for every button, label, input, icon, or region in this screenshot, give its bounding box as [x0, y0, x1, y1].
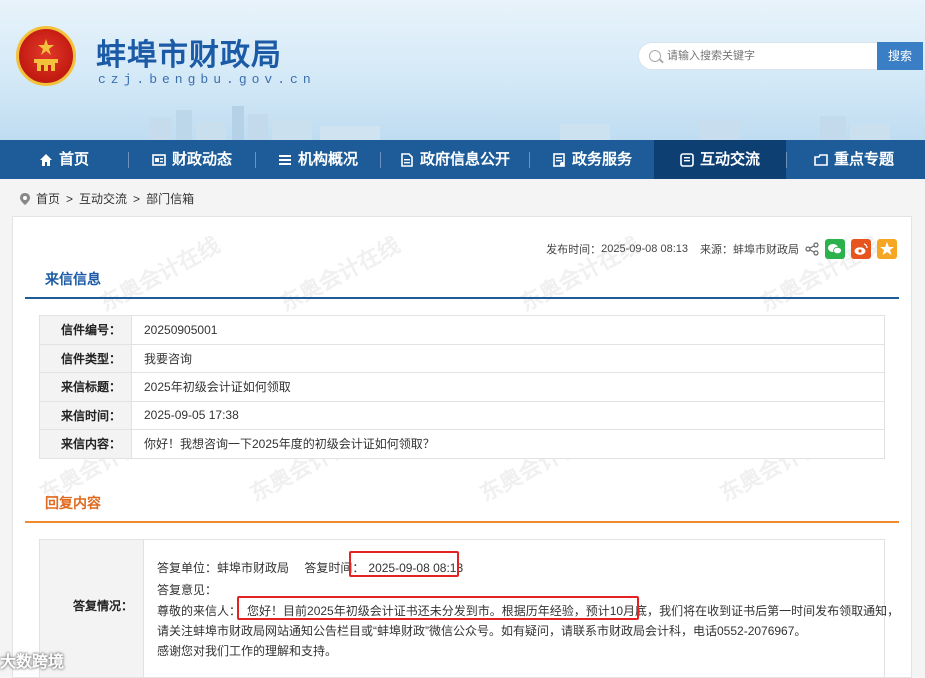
nav-item-label: 财政动态: [171, 151, 232, 168]
section-divider: [25, 297, 899, 299]
chat-icon: [680, 152, 694, 167]
letter-info-table: 信件编号： 20250905001 信件类型： 我要咨询 来信标题： 2025年…: [39, 315, 885, 459]
reply-text: 我们将在收到证书后第一时间发布领取通知，: [659, 604, 900, 618]
highlight-box: [237, 596, 639, 620]
breadcrumb-separator: >: [133, 191, 141, 206]
letter-content: 你好！我想咨询一下2025年度的初级会计证如何领取？: [131, 429, 885, 459]
home-icon: [39, 153, 52, 166]
breadcrumb: 首页 > 互动交流 > 部门信箱: [20, 190, 194, 207]
search-button[interactable]: 搜索: [877, 42, 923, 70]
nav-item-label: 互动交流: [699, 151, 760, 168]
nav-item-label: 政务服务: [571, 151, 632, 168]
nav-item-finance-news[interactable]: 财政动态: [129, 140, 255, 179]
nav-item-key-topics[interactable]: 重点专题: [787, 140, 921, 179]
site-title: 蚌埠市财政局: [96, 38, 282, 73]
nav-item-label: 政府信息公开: [419, 151, 510, 168]
source-label: 来源：: [700, 244, 733, 256]
nav-item-gov-info[interactable]: 政府信息公开: [381, 140, 529, 179]
reply-box: 答复情况： 答复单位：蚌埠市财政局 答复时间： 2025-09-08 08:13 …: [39, 539, 899, 677]
document-icon: [401, 152, 413, 167]
folder-icon: [814, 153, 828, 166]
national-emblem-icon: [16, 26, 76, 86]
breadcrumb-interaction[interactable]: 互动交流: [79, 190, 127, 207]
table-row: 信件编号： 20250905001: [39, 315, 885, 345]
field-label: 来信内容：: [39, 429, 132, 459]
reply-unit-label: 答复单位：: [157, 561, 218, 575]
table-row: 来信时间： 2025-09-05 17:38: [39, 400, 885, 430]
nav-item-label: 首页: [58, 151, 89, 168]
publish-time: 2025-09-08 08:13: [601, 243, 688, 255]
nav-item-org-overview[interactable]: 机构概况: [256, 140, 380, 179]
watermark: 东奥会计在线: [275, 232, 404, 317]
field-label: 信件类型：: [39, 343, 132, 373]
content-panel: 东奥会计在线 东奥会计在线 东奥会计在线 东奥会计在线 东奥会计在线 东奥会计在…: [12, 216, 912, 678]
field-label: 信件编号：: [39, 315, 132, 345]
search-icon: [649, 50, 661, 62]
main-nav: 首页 财政动态 机构概况 政府信息公开 政务服务 互动交流 重点专题: [0, 140, 925, 179]
service-icon: [553, 152, 565, 167]
search-box[interactable]: [638, 42, 878, 70]
table-row: 信件类型： 我要咨询: [39, 343, 885, 373]
nav-item-label: 重点专题: [833, 151, 894, 168]
news-icon: [152, 153, 166, 166]
reply-greeting: 尊敬的来信人：: [157, 604, 242, 618]
breadcrumb-mailbox: 部门信箱: [146, 192, 195, 206]
nav-item-home[interactable]: 首页: [0, 140, 128, 179]
location-pin-icon: [20, 192, 30, 205]
table-row: 来信内容： 你好！我想咨询一下2025年度的初级会计证如何领取？: [39, 429, 885, 459]
letter-time: 2025-09-05 17:38: [131, 400, 885, 430]
nav-item-interaction[interactable]: 互动交流: [654, 140, 786, 179]
field-label: 来信时间：: [39, 400, 132, 430]
section-divider: [25, 521, 899, 523]
reply-unit: 蚌埠市财政局: [217, 561, 290, 575]
nav-item-gov-services[interactable]: 政务服务: [530, 140, 654, 179]
corner-watermark: 大数跨境: [0, 654, 65, 671]
nav-item-label: 机构概况: [297, 151, 358, 168]
reply-body-line-2: 请关注蚌埠市财政局网站通知公告栏目或“蚌埠财政”微信公众号。如有疑问，请联系市财…: [157, 624, 807, 638]
letter-title: 2025年初级会计证如何领取: [131, 372, 885, 402]
search-input[interactable]: [667, 47, 867, 65]
weibo-share-icon[interactable]: [851, 239, 871, 259]
source: 蚌埠市财政局: [733, 244, 799, 256]
reply-body-line-3: 感谢您对我们工作的理解和支持。: [157, 644, 338, 658]
site-domain: czj.bengbu.gov.cn: [98, 72, 316, 87]
reply-content: 答复单位：蚌埠市财政局 答复时间： 2025-09-08 08:13 答复意见： …: [145, 540, 899, 677]
share-icon[interactable]: [805, 242, 819, 256]
reply-opinion-label: 答复意见：: [157, 583, 218, 597]
breadcrumb-separator: >: [66, 191, 74, 206]
publish-time-label: 发布时间：: [546, 244, 602, 256]
letter-number: 20250905001: [131, 315, 885, 345]
list-icon: [278, 154, 291, 165]
letter-section-title: 来信信息: [45, 271, 101, 287]
article-meta: 发布时间： 2025-09-08 08:13 来源： 蚌埠市财政局: [546, 239, 897, 259]
reply-section-title: 回复内容: [45, 495, 101, 511]
watermark: 东奥会计在线: [95, 232, 224, 317]
wechat-share-icon[interactable]: [825, 239, 845, 259]
highlight-box: [349, 551, 459, 577]
site-header: 蚌埠市财政局 czj.bengbu.gov.cn 搜索: [0, 0, 925, 140]
favorite-star-icon[interactable]: [877, 239, 897, 259]
field-label: 来信标题：: [39, 372, 132, 402]
letter-type: 我要咨询: [131, 343, 885, 373]
skyline-decoration: [150, 106, 890, 140]
breadcrumb-home[interactable]: 首页: [36, 190, 60, 207]
table-row: 来信标题： 2025年初级会计证如何领取: [39, 372, 885, 402]
